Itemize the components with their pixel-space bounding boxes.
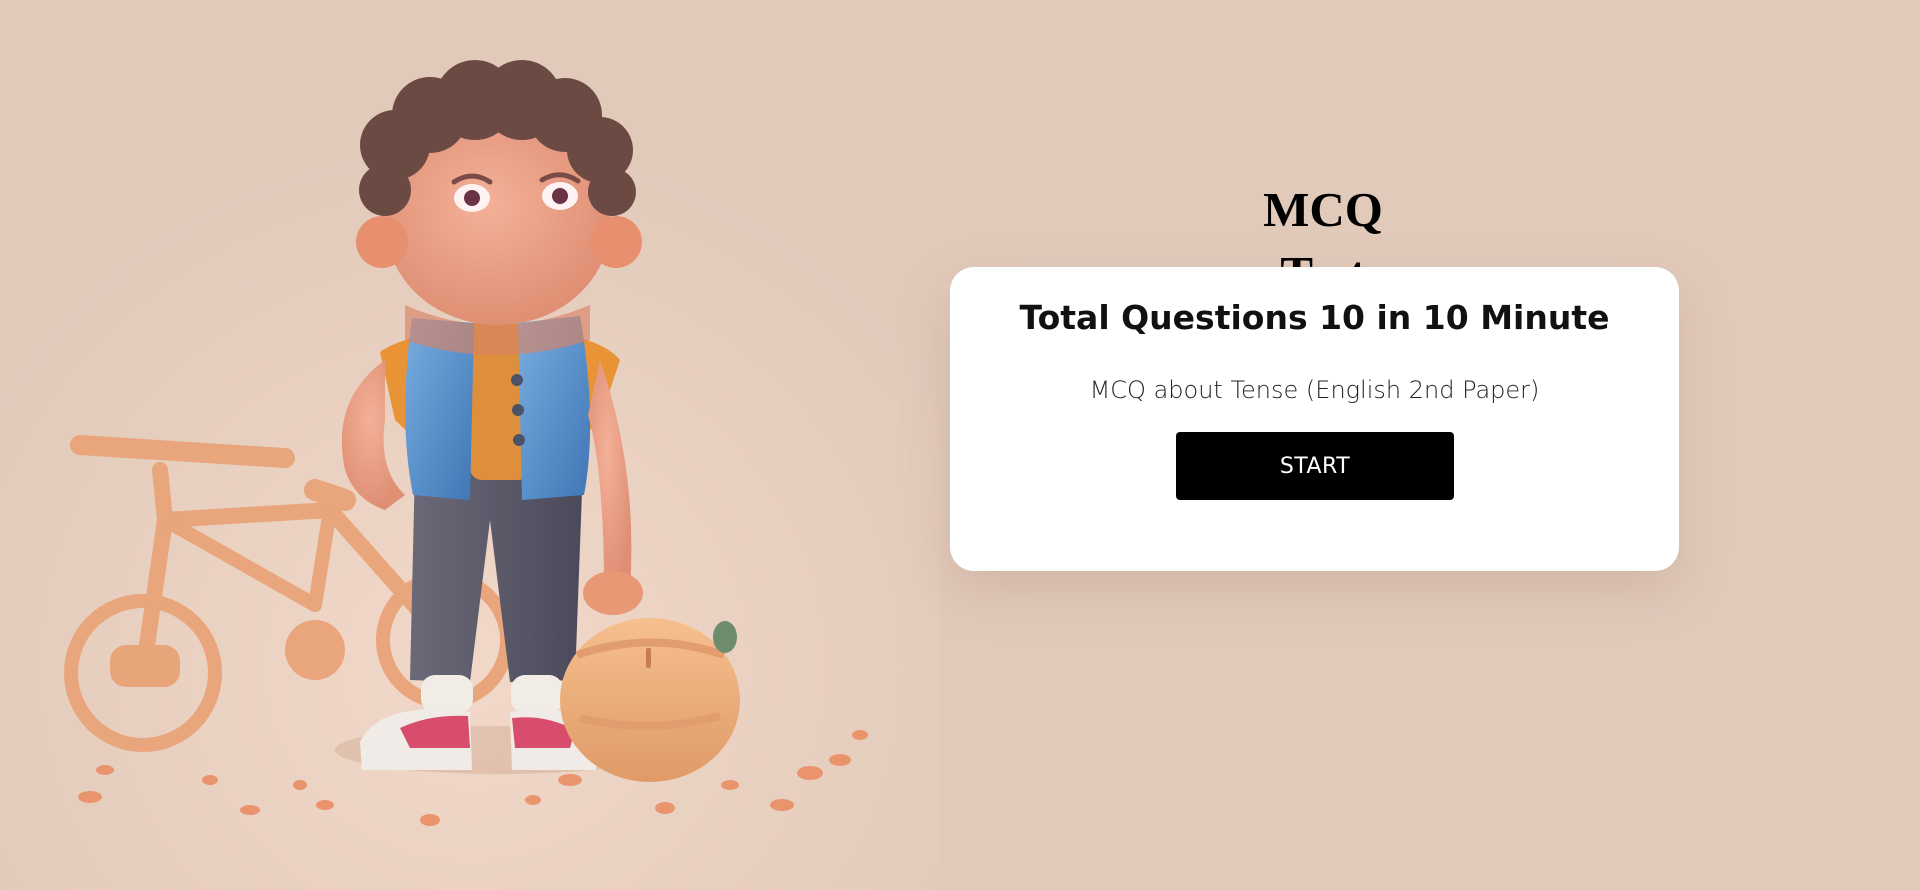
card-title: Total Questions 10 in 10 Minute xyxy=(1019,298,1610,337)
backpack xyxy=(560,618,740,782)
quiz-card: Total Questions 10 in 10 Minute MCQ abou… xyxy=(950,267,1679,571)
hero-illustration xyxy=(0,0,940,890)
boy-with-bicycle-illustration xyxy=(0,0,940,890)
card-subtitle: MCQ about Tense (English 2nd Paper) xyxy=(1089,376,1540,404)
start-button[interactable]: START xyxy=(1176,432,1454,500)
